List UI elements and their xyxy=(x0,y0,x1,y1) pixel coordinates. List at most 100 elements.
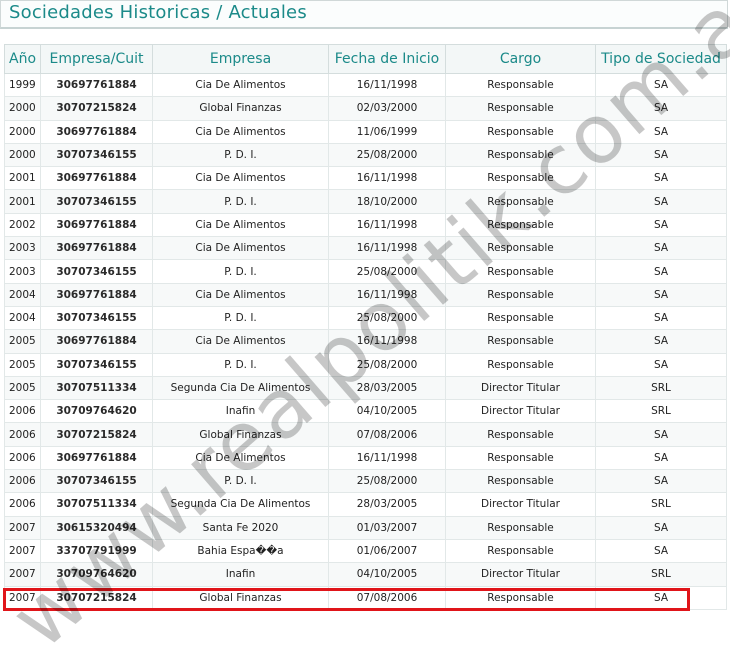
cell-fecha: 25/08/2000 xyxy=(328,142,446,168)
cell-empresa: Global Finanzas xyxy=(152,585,329,610)
cell-cuit: 30709764620 xyxy=(40,399,153,424)
column-header-empresa[interactable]: Empresa xyxy=(152,44,329,74)
cell-empresa: Cia De Alimentos xyxy=(152,236,329,261)
sociedades-table: Año Empresa/Cuit Empresa Fecha de Inicio… xyxy=(4,44,727,610)
cell-cargo: Responsable xyxy=(445,422,596,447)
cell-cuit: 30707346155 xyxy=(40,189,153,214)
table-row: 2000 30707215824 Global Finanzas 02/03/2000… xyxy=(4,96,727,121)
cell-empresa: Cia De Alimentos xyxy=(152,445,329,471)
column-header-ano[interactable]: Año xyxy=(4,44,41,74)
cell-tipo: SA xyxy=(595,352,727,377)
cell-empresa: P. D. I. xyxy=(152,189,329,214)
table-row: 2006 30697761884 Cia De Alimentos 16/11/199… xyxy=(4,445,727,471)
cell-cargo: Responsable xyxy=(445,445,596,471)
cell-empresa: Segunda Cia De Alimentos xyxy=(152,492,329,517)
cell-fecha: 25/08/2000 xyxy=(328,259,446,284)
cell-cuit: 33707791999 xyxy=(40,538,153,564)
cell-ano: 2004 xyxy=(4,282,41,307)
cell-cuit: 30697761884 xyxy=(40,166,153,191)
cell-cargo: Responsable xyxy=(445,142,596,168)
cell-tipo: SA xyxy=(595,189,727,214)
cell-empresa: Inafin xyxy=(152,562,329,587)
cell-empresa: P. D. I. xyxy=(152,142,329,168)
cell-cuit: 30707511334 xyxy=(40,492,153,517)
table-row: 2007 30615320494 Santa Fe 2020 01/03/2007 Re… xyxy=(4,515,727,540)
cell-cargo: Responsable xyxy=(445,352,596,377)
column-header-tipo-sociedad[interactable]: Tipo de Sociedad xyxy=(595,44,727,74)
cell-fecha: 16/11/1998 xyxy=(328,212,446,238)
cell-fecha: 07/08/2006 xyxy=(328,585,446,610)
cell-tipo: SA xyxy=(595,538,727,564)
cell-fecha: 01/06/2007 xyxy=(328,538,446,564)
cell-tipo: SA xyxy=(595,305,727,331)
cell-fecha: 04/10/2005 xyxy=(328,562,446,587)
column-header-empresa-cuit[interactable]: Empresa/Cuit xyxy=(40,44,153,74)
cell-fecha: 25/08/2000 xyxy=(328,469,446,494)
cell-empresa: Santa Fe 2020 xyxy=(152,515,329,540)
column-header-fecha-inicio[interactable]: Fecha de Inicio xyxy=(328,44,446,74)
cell-tipo: SRL xyxy=(595,399,727,424)
cell-tipo: SA xyxy=(595,445,727,471)
cell-cuit: 30697761884 xyxy=(40,282,153,307)
table-row: 2005 30697761884 Cia De Alimentos 16/11/199… xyxy=(4,329,727,354)
cell-fecha: 11/06/1999 xyxy=(328,119,446,144)
table-row: 2001 30697761884 Cia De Alimentos 16/11/199… xyxy=(4,166,727,191)
cell-empresa: Cia De Alimentos xyxy=(152,282,329,307)
cell-cargo: Responsable xyxy=(445,119,596,144)
cell-cargo: Director Titular xyxy=(445,399,596,424)
table-row: 2000 30697761884 Cia De Alimentos 11/06/199… xyxy=(4,119,727,144)
cell-tipo: SA xyxy=(595,282,727,307)
table-row: 2004 30697761884 Cia De Alimentos 16/11/199… xyxy=(4,282,727,307)
cell-fecha: 16/11/1998 xyxy=(328,282,446,307)
section-header: Sociedades Historicas / Actuales xyxy=(0,0,728,29)
cell-tipo: SA xyxy=(595,72,727,98)
column-header-cargo[interactable]: Cargo xyxy=(445,44,596,74)
cell-cuit: 30697761884 xyxy=(40,119,153,144)
cell-fecha: 16/11/1998 xyxy=(328,236,446,261)
cell-cargo: Director Titular xyxy=(445,562,596,587)
cell-cuit: 30697761884 xyxy=(40,236,153,261)
cell-empresa: Bahia Espa��a xyxy=(152,538,329,564)
table-row: 2001 30707346155 P. D. I. 18/10/2000 Respons… xyxy=(4,189,727,214)
cell-tipo: SA xyxy=(595,96,727,121)
cell-cuit: 30707215824 xyxy=(40,422,153,447)
cell-tipo: SA xyxy=(595,119,727,144)
table-row: 2007 30709764620 Inafin 04/10/2005 Director … xyxy=(4,562,727,587)
cell-cargo: Responsable xyxy=(445,282,596,307)
table-row: 2005 30707346155 P. D. I. 25/08/2000 Respons… xyxy=(4,352,727,377)
cell-tipo: SA xyxy=(595,585,727,610)
cell-ano: 2006 xyxy=(4,399,41,424)
cell-empresa: P. D. I. xyxy=(152,352,329,377)
table-row: 2007 30707215824 Global Finanzas 07/08/2006… xyxy=(4,585,727,610)
cell-tipo: SA xyxy=(595,469,727,494)
cell-empresa: Global Finanzas xyxy=(152,96,329,121)
table-header-row: Año Empresa/Cuit Empresa Fecha de Inicio… xyxy=(4,44,727,74)
cell-empresa: Cia De Alimentos xyxy=(152,166,329,191)
cell-cargo: Director Titular xyxy=(445,492,596,517)
cell-tipo: SA xyxy=(595,515,727,540)
table-row: 2006 30707346155 P. D. I. 25/08/2000 Respons… xyxy=(4,469,727,494)
cell-empresa: Segunda Cia De Alimentos xyxy=(152,375,329,401)
table-row: 1999 30697761884 Cia De Alimentos 16/11/199… xyxy=(4,72,727,98)
table-row: 2002 30697761884 Cia De Alimentos 16/11/199… xyxy=(4,212,727,238)
cell-cargo: Responsable xyxy=(445,329,596,354)
cell-ano: 2006 xyxy=(4,469,41,494)
cell-ano: 2005 xyxy=(4,375,41,401)
cell-fecha: 16/11/1998 xyxy=(328,329,446,354)
cell-ano: 2002 xyxy=(4,212,41,238)
cell-cuit: 30707511334 xyxy=(40,375,153,401)
cell-tipo: SRL xyxy=(595,375,727,401)
cell-fecha: 16/11/1998 xyxy=(328,445,446,471)
cell-cuit: 30707346155 xyxy=(40,259,153,284)
cell-fecha: 07/08/2006 xyxy=(328,422,446,447)
cell-empresa: P. D. I. xyxy=(152,259,329,284)
table-row: 2004 30707346155 P. D. I. 25/08/2000 Respons… xyxy=(4,305,727,331)
page-title: Sociedades Historicas / Actuales xyxy=(9,2,307,23)
table-row: 2003 30707346155 P. D. I. 25/08/2000 Respons… xyxy=(4,259,727,284)
cell-ano: 2006 xyxy=(4,422,41,447)
cell-fecha: 02/03/2000 xyxy=(328,96,446,121)
cell-tipo: SRL xyxy=(595,492,727,517)
cell-ano: 2006 xyxy=(4,492,41,517)
cell-ano: 2001 xyxy=(4,166,41,191)
cell-empresa: Inafin xyxy=(152,399,329,424)
